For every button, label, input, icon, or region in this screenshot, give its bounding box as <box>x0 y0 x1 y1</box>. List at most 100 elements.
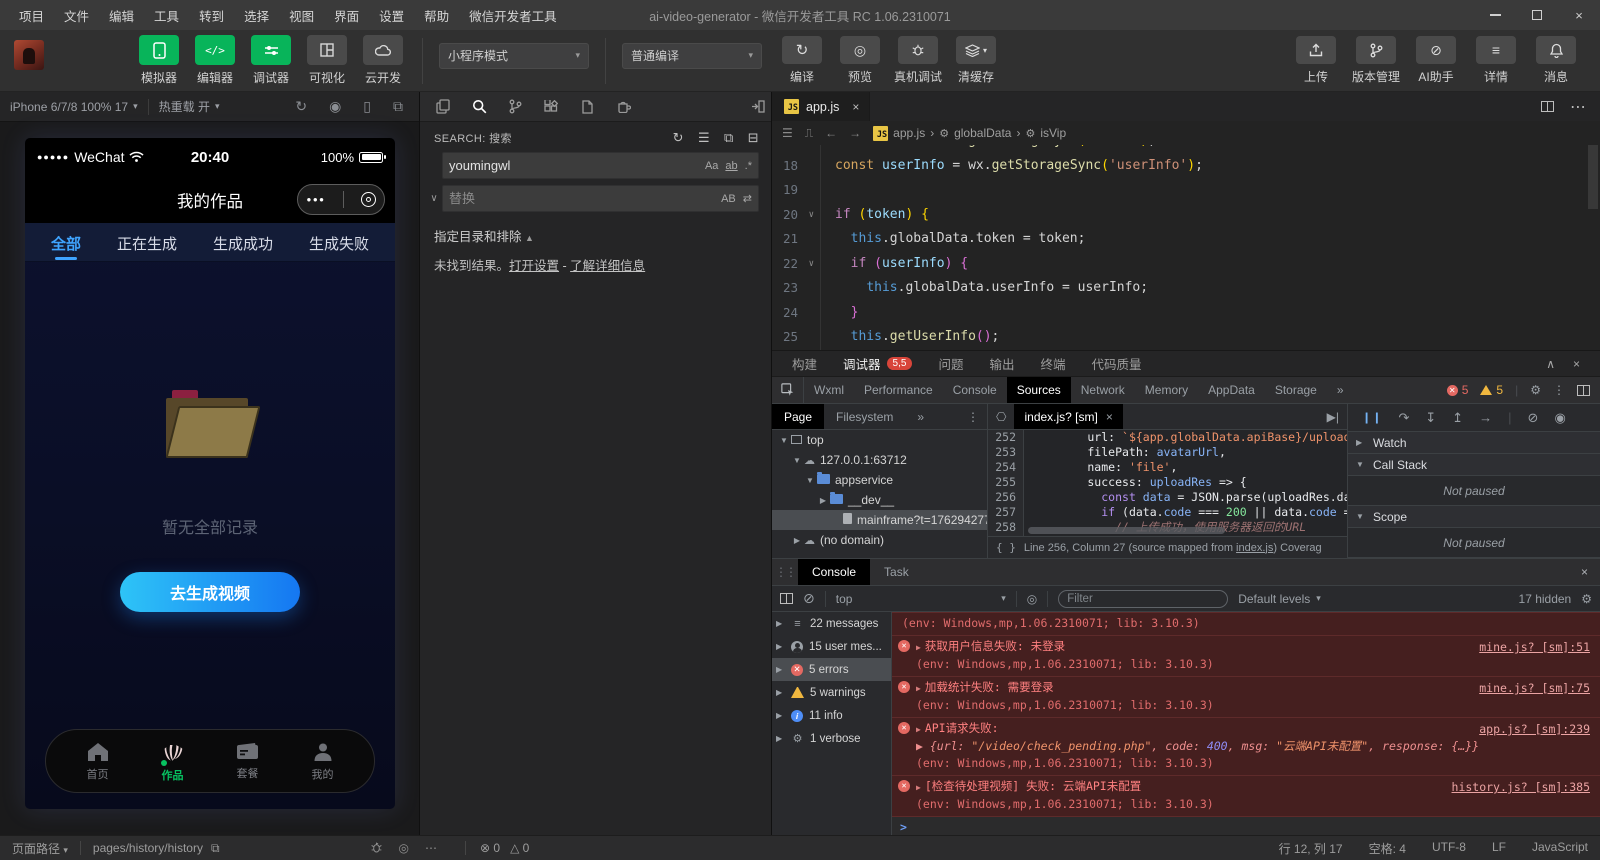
mode-button-云开发[interactable]: 云开发 <box>360 35 406 86</box>
action-button-上传[interactable]: 上传 <box>1290 36 1342 85</box>
tree-overflow-icon[interactable]: » <box>905 404 936 429</box>
breadcrumb-segment[interactable]: isVip <box>1040 126 1066 140</box>
tree-item[interactable]: ▼appservice <box>772 470 987 490</box>
warning-count-badge[interactable]: 5 <box>1480 383 1503 397</box>
split-editor-icon[interactable] <box>1541 101 1554 112</box>
match-case-icon[interactable]: Aa <box>705 160 718 172</box>
editor-scrollbar[interactable] <box>1588 145 1598 209</box>
console-filter-15-user-mes...[interactable]: ▶15 user mes... <box>772 635 891 658</box>
tabbar-item-套餐[interactable]: 套餐 <box>224 741 272 781</box>
devtools-menu-icon[interactable]: ⋮ <box>1553 383 1565 397</box>
menu-item[interactable]: 项目 <box>10 2 53 29</box>
statusbar-eye-icon[interactable]: ◎ <box>399 841 409 855</box>
console-message[interactable]: ✕▶获取用户信息失败: 未登录mine.js? [sm]:51(env: Win… <box>892 636 1600 677</box>
tree-tab-filesystem[interactable]: Filesystem <box>824 404 905 429</box>
show-navigator-icon[interactable]: ⎔ <box>988 410 1014 424</box>
devtools-dock-icon[interactable] <box>1577 385 1590 396</box>
indentation[interactable]: 空格: 4 <box>1369 840 1406 857</box>
mode-select[interactable]: 小程序模式▾ <box>439 43 589 69</box>
whole-word-icon[interactable]: ab <box>725 160 737 172</box>
panel-tab-调试器[interactable]: 调试器5,5 <box>843 354 912 373</box>
clear-console-icon[interactable]: ⊘ <box>803 590 815 607</box>
error-count-badge[interactable]: ✕5 <box>1447 383 1469 397</box>
menu-item[interactable]: 编辑 <box>100 2 143 29</box>
extensions-icon[interactable] <box>534 93 568 121</box>
panel-collapse-icon[interactable]: ∧ <box>1546 357 1555 371</box>
action-button-AI助手[interactable]: ⊘AI助手 <box>1410 36 1462 85</box>
toggle-replace-chevron[interactable]: ∨ <box>426 152 442 218</box>
sources-h-scrollbar[interactable] <box>1028 527 1225 534</box>
action-button-详情[interactable]: ≡详情 <box>1470 36 1522 85</box>
action-button-清缓存[interactable]: ▾清缓存 <box>950 36 1002 85</box>
sources-file-tab[interactable]: index.js? [sm] × <box>1014 404 1122 429</box>
menu-item[interactable]: 设置 <box>370 2 413 29</box>
menu-item[interactable]: 文件 <box>55 2 98 29</box>
debug-section-call-stack[interactable]: ▼Call Stack <box>1348 454 1600 476</box>
panel-tab-问题[interactable]: 问题 <box>938 354 963 373</box>
close-button[interactable]: × <box>1558 0 1600 30</box>
mode-button-调试器[interactable]: 调试器 <box>248 35 294 86</box>
refresh-icon[interactable]: ↻ <box>673 130 684 146</box>
panel-tab-代码质量[interactable]: 代码质量 <box>1091 354 1141 373</box>
tree-item[interactable]: ▶__dev__ <box>772 490 987 510</box>
regex-icon[interactable]: .* <box>745 160 752 172</box>
debug-section-watch[interactable]: ▶Watch <box>1348 432 1600 454</box>
console-filter-input[interactable]: Filter <box>1058 590 1228 608</box>
source-location-link[interactable]: mine.js? [sm]:75 <box>1479 680 1590 697</box>
mode-button-模拟器[interactable]: 模拟器 <box>136 35 182 86</box>
mode-button-编辑器[interactable]: </>编辑器 <box>192 35 238 86</box>
log-levels-select[interactable]: Default levels▾ <box>1238 592 1321 606</box>
console-filter-5-errors[interactable]: ▶✕5 errors <box>772 658 891 681</box>
restart-icon[interactable]: ↻ <box>295 98 307 115</box>
open-settings-link[interactable]: 打开设置 <box>509 259 559 273</box>
console-filter-11-info[interactable]: ▶i11 info <box>772 704 891 727</box>
language-mode[interactable]: JavaScript <box>1532 840 1588 857</box>
statusbar-more-icon[interactable]: ⋯ <box>425 841 437 855</box>
panel-tab-构建[interactable]: 构建 <box>792 354 817 373</box>
source-location-link[interactable]: mine.js? [sm]:51 <box>1479 639 1590 656</box>
replace-all-icon[interactable]: ⇄ <box>743 192 752 205</box>
action-button-消息[interactable]: 消息 <box>1530 36 1582 85</box>
context-select[interactable]: top▾ <box>836 592 1006 606</box>
search-details-toggle[interactable]: 指定目录和排除 ▲ <box>420 218 771 245</box>
console-tab-console[interactable]: Console <box>798 559 870 585</box>
editor-more-icon[interactable]: ⋯ <box>1570 97 1586 117</box>
console-tab-task[interactable]: Task <box>870 559 923 585</box>
panel-tab-终端[interactable]: 终端 <box>1040 354 1065 373</box>
source-location-link[interactable]: history.js? [sm]:385 <box>1452 779 1590 796</box>
tree-item[interactable]: ▼☁127.0.0.1:63712 <box>772 450 987 470</box>
hot-reload-toggle[interactable]: 热重载 开▾ <box>149 98 230 115</box>
copy-path-icon[interactable]: ⧉ <box>211 841 220 856</box>
devtools-tab-memory[interactable]: Memory <box>1135 377 1198 403</box>
editor-tab-appjs[interactable]: JS app.js × <box>772 92 870 121</box>
device-select[interactable]: iPhone 6/7/8 100% 17▾ <box>0 100 148 114</box>
console-message[interactable]: (env: Windows,mp,1.06.2310071; lib: 3.10… <box>892 612 1600 636</box>
nav-back-icon[interactable]: ← <box>825 126 837 140</box>
console-prompt[interactable]: > <box>892 817 1600 835</box>
menu-item[interactable]: 微信开发者工具 <box>460 2 566 29</box>
menu-item[interactable]: 视图 <box>280 2 323 29</box>
collapse-panel-icon[interactable] <box>751 100 765 113</box>
source-location-link[interactable]: app.js? [sm]:239 <box>1479 721 1590 738</box>
code-editor[interactable]: 17 const token = wx.getStorageSync('toke… <box>772 145 1600 350</box>
menu-item[interactable]: 转到 <box>190 2 233 29</box>
menu-item[interactable]: 界面 <box>325 2 368 29</box>
pretty-print-icon[interactable]: ▶| <box>1327 410 1347 424</box>
filter-tab-生成成功[interactable]: 生成成功 <box>211 225 275 260</box>
tabbar-item-首页[interactable]: 首页 <box>74 741 122 782</box>
learn-more-link[interactable]: 了解详细信息 <box>570 259 645 273</box>
snippet-icon[interactable] <box>570 93 604 121</box>
step-into-icon[interactable]: ↧ <box>1425 410 1436 426</box>
drag-handle-icon[interactable]: ⋮⋮ <box>772 559 798 585</box>
user-avatar[interactable] <box>14 40 44 70</box>
plugin-icon[interactable] <box>606 93 640 121</box>
tree-item[interactable]: ▶☁(no domain) <box>772 530 987 550</box>
tabbar-item-我的[interactable]: 我的 <box>299 741 347 782</box>
tree-item[interactable]: ▼top <box>772 430 987 450</box>
compile-select[interactable]: 普通编译▾ <box>622 43 762 69</box>
breadcrumb-segment[interactable]: globalData <box>954 126 1011 140</box>
bookmark-icon[interactable]: ⎍ <box>805 126 813 141</box>
action-button-版本管理[interactable]: 版本管理 <box>1350 36 1402 85</box>
stop-icon[interactable]: ◉ <box>329 98 341 115</box>
encoding[interactable]: UTF-8 <box>1432 840 1466 857</box>
